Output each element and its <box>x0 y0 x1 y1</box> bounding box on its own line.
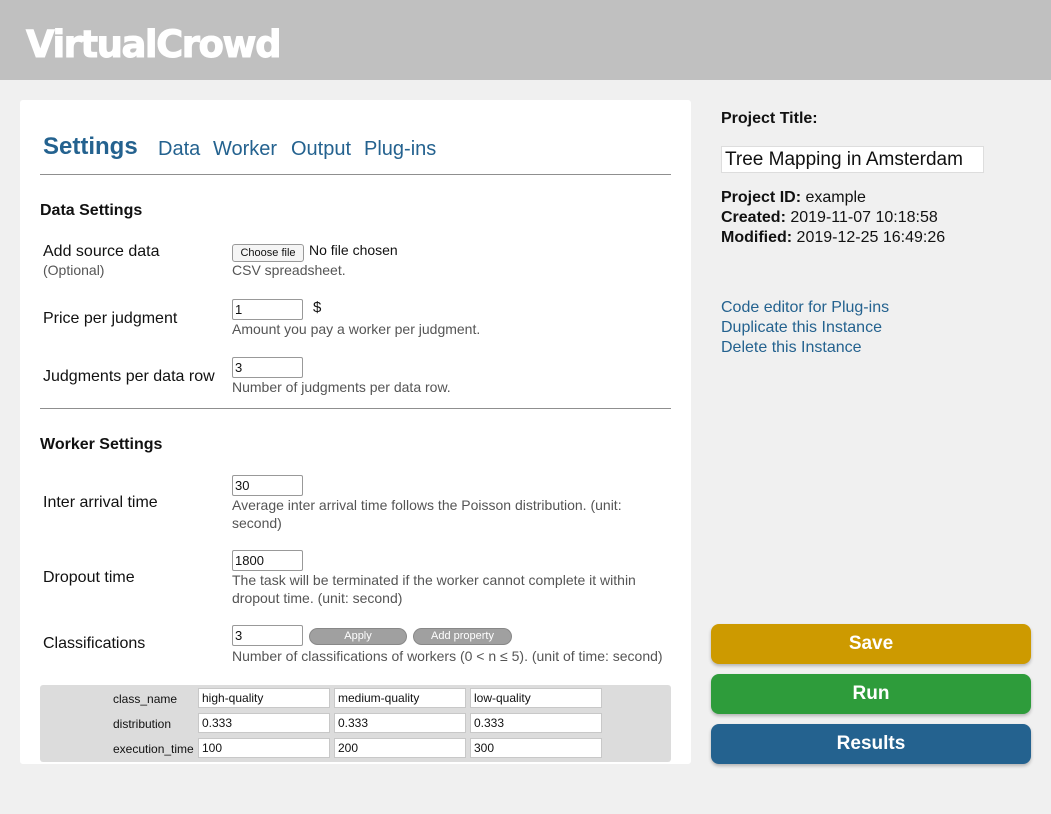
choose-file-button[interactable]: Choose file <box>232 244 304 262</box>
distribution-input-2[interactable] <box>334 713 466 733</box>
divider <box>40 174 671 175</box>
optional-label: (Optional) <box>43 262 105 278</box>
top-bar: VirtualCrowd <box>0 0 1051 80</box>
execution-time-input-1[interactable] <box>198 738 330 758</box>
tab-data[interactable]: Data <box>158 134 200 164</box>
price-help: Amount you pay a worker per judgment. <box>232 321 481 337</box>
dropout-label: Dropout time <box>43 569 135 586</box>
code-editor-link[interactable]: Code editor for Plug-ins <box>721 298 889 318</box>
classifications-label: Classifications <box>43 635 146 652</box>
classifications-input[interactable] <box>232 625 303 646</box>
source-data-label: Add source data <box>43 243 160 260</box>
run-button[interactable]: Run <box>711 674 1031 714</box>
settings-panel: Settings Data Worker Output Plug-ins Dat… <box>20 100 691 764</box>
add-property-button[interactable]: Add property <box>413 628 512 645</box>
inter-arrival-help: Average inter arrival time follows the P… <box>232 497 622 531</box>
classifications-help: Number of classifications of workers (0 … <box>232 648 663 664</box>
execution-time-input-3[interactable] <box>470 738 602 758</box>
class-name-row-label: class_name <box>113 692 178 706</box>
class-name-input-3[interactable] <box>470 688 602 708</box>
price-label: Price per judgment <box>43 310 178 327</box>
project-id-label: Project ID: <box>721 189 802 206</box>
dropout-help: The task will be terminated if the worke… <box>232 572 636 606</box>
data-settings-heading: Data Settings <box>40 202 143 219</box>
project-id-value: example <box>805 189 866 206</box>
class-name-input-1[interactable] <box>198 688 330 708</box>
distribution-input-1[interactable] <box>198 713 330 733</box>
tab-worker[interactable]: Worker <box>213 134 277 164</box>
judgments-label: Judgments per data row <box>43 368 215 385</box>
modified-label: Modified: <box>721 229 793 246</box>
distribution-row-label: distribution <box>113 717 172 731</box>
tab-plug-ins[interactable]: Plug-ins <box>364 134 436 164</box>
tab-output[interactable]: Output <box>291 134 351 164</box>
modified-date: Modified: 2019-12-25 16:49:26 <box>721 228 945 248</box>
class-name-input-2[interactable] <box>334 688 466 708</box>
delete-instance-link[interactable]: Delete this Instance <box>721 338 862 358</box>
created-date: Created: 2019-11-07 10:18:58 <box>721 208 938 228</box>
judgments-help: Number of judgments per data row. <box>232 379 451 395</box>
modified-value: 2019-12-25 16:49:26 <box>796 229 946 246</box>
created-value: 2019-11-07 10:18:58 <box>790 209 938 226</box>
source-data-help: CSV spreadsheet. <box>232 262 346 278</box>
inter-arrival-label: Inter arrival time <box>43 494 158 511</box>
duplicate-instance-link[interactable]: Duplicate this Instance <box>721 318 882 338</box>
currency-unit: $ <box>313 299 322 316</box>
created-label: Created: <box>721 209 786 226</box>
dropout-input[interactable] <box>232 550 303 571</box>
save-button[interactable]: Save <box>711 624 1031 664</box>
distribution-input-3[interactable] <box>470 713 602 733</box>
class-table: class_name distribution execution_time <box>40 685 671 762</box>
divider <box>40 408 671 409</box>
price-input[interactable] <box>232 299 303 320</box>
worker-settings-heading: Worker Settings <box>40 436 163 453</box>
inter-arrival-input[interactable] <box>232 475 303 496</box>
execution-time-input-2[interactable] <box>334 738 466 758</box>
app-logo[interactable]: VirtualCrowd <box>25 22 282 68</box>
tab-settings[interactable]: Settings <box>43 132 138 162</box>
file-status: No file chosen <box>309 242 398 258</box>
results-button[interactable]: Results <box>711 724 1031 764</box>
judgments-input[interactable] <box>232 357 303 378</box>
project-title-label: Project Title: <box>721 110 818 127</box>
execution-time-row-label: execution_time <box>113 742 194 756</box>
apply-button[interactable]: Apply <box>309 628 407 645</box>
project-title-input[interactable] <box>721 146 984 173</box>
project-id: Project ID: example <box>721 188 866 208</box>
